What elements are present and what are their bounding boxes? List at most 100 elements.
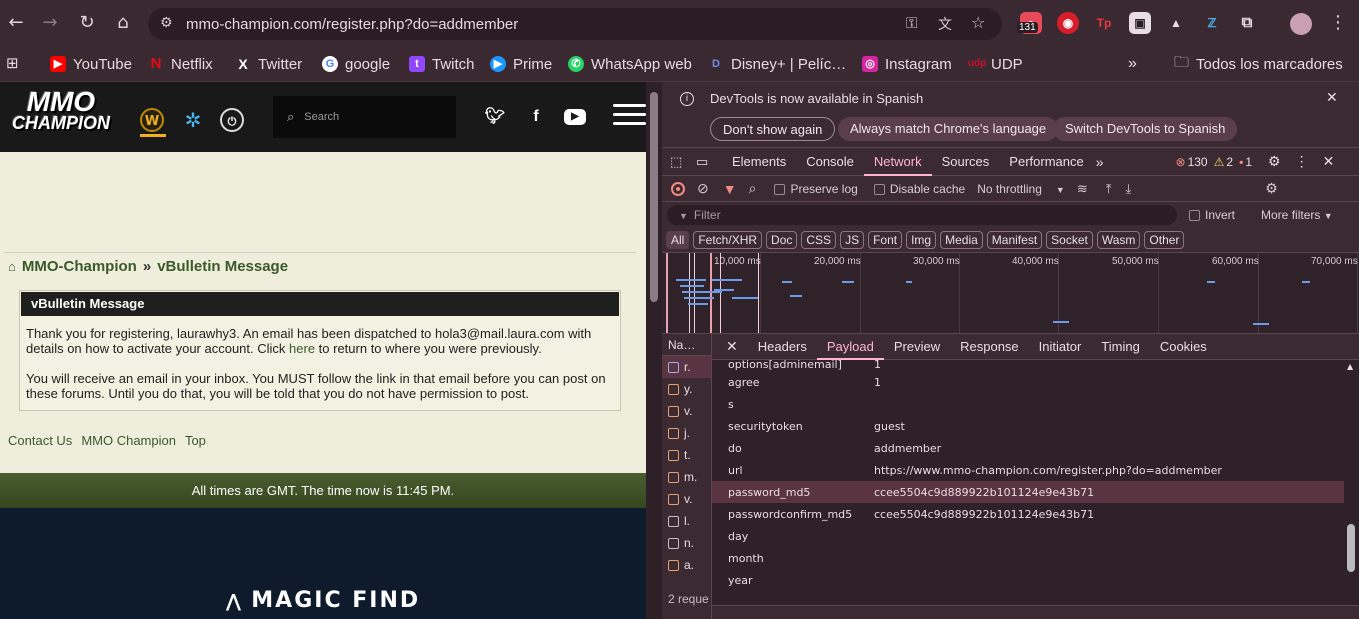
payload-row[interactable]: securitytoken guest bbox=[712, 415, 1344, 437]
type-media[interactable]: Media bbox=[940, 231, 983, 249]
type-socket[interactable]: Socket bbox=[1046, 231, 1093, 249]
payload-scrollbar-thumb[interactable] bbox=[1347, 524, 1355, 572]
scroll-up-icon[interactable]: ▲ bbox=[1347, 362, 1353, 371]
tab-preview[interactable]: Preview bbox=[884, 334, 950, 360]
type-manifest[interactable]: Manifest bbox=[986, 231, 1043, 249]
page-scrollbar-thumb[interactable] bbox=[650, 92, 658, 302]
bookmark-disney[interactable]: D Disney+ | Pelíc… bbox=[708, 52, 846, 76]
type-css[interactable]: CSS bbox=[801, 231, 837, 249]
request-row[interactable]: l. bbox=[662, 510, 711, 532]
clear-icon[interactable]: ⊘ bbox=[697, 180, 709, 197]
filter-input[interactable]: ▼ Filter bbox=[667, 205, 1177, 225]
tab-initiator[interactable]: Initiator bbox=[1029, 334, 1092, 360]
payload-row[interactable]: url https://www.mmo-champion.com/register… bbox=[712, 459, 1344, 481]
switch-to-spanish-button[interactable]: Switch DevTools to Spanish bbox=[1053, 117, 1238, 141]
tab-console[interactable]: Console bbox=[796, 148, 864, 176]
browser-menu-icon[interactable]: ⋮ bbox=[1326, 11, 1350, 35]
site-menu-icon[interactable] bbox=[613, 104, 646, 128]
bookmark-twitch[interactable]: t Twitch bbox=[409, 52, 475, 76]
all-bookmarks[interactable]: 🗀 Todos los marcadores bbox=[1174, 52, 1343, 76]
throttling-select[interactable]: No throttling ▼ bbox=[977, 182, 1065, 196]
youtube-social-icon[interactable]: ▶ bbox=[564, 109, 586, 125]
extension-blue-icon[interactable]: ℤ bbox=[1201, 12, 1223, 34]
payload-row[interactable]: passwordconfirm_md5 ccee5504c9d889922b101… bbox=[712, 503, 1344, 525]
payload-row-selected[interactable]: password_md5 ccee5504c9d889922b101124e9e4… bbox=[712, 481, 1344, 503]
more-filters-dropdown[interactable]: More filters ▼ bbox=[1261, 208, 1333, 222]
profile-avatar[interactable] bbox=[1290, 13, 1312, 35]
request-row[interactable]: a. bbox=[662, 554, 711, 576]
close-infobar-icon[interactable]: ✕ bbox=[1326, 90, 1338, 106]
mmo-champion-link[interactable]: MMO Champion bbox=[81, 433, 176, 448]
bookmark-whatsapp[interactable]: ✆ WhatsApp web bbox=[568, 52, 692, 76]
import-har-icon[interactable]: ⤒ bbox=[1106, 181, 1112, 197]
mmo-champion-logo[interactable]: MMO CHAMPION bbox=[12, 88, 110, 146]
overwatch-icon[interactable]: ⏻ bbox=[220, 108, 244, 132]
request-row[interactable]: t. bbox=[662, 444, 711, 466]
site-search-input[interactable]: ⌕ Search bbox=[273, 96, 456, 138]
more-bookmarks-icon[interactable]: » bbox=[1128, 52, 1137, 76]
tab-headers[interactable]: Headers bbox=[748, 334, 817, 360]
devtools-menu-icon[interactable]: ⋮ bbox=[1295, 153, 1309, 170]
tab-timing[interactable]: Timing bbox=[1091, 334, 1150, 360]
bookmark-twitter[interactable]: X Twitter bbox=[235, 52, 302, 76]
network-overview-timeline[interactable]: 10,000 ms 20,000 ms 30,000 ms 40,000 ms … bbox=[662, 252, 1359, 334]
network-conditions-icon[interactable]: ≋ bbox=[1077, 181, 1088, 197]
payload-row[interactable]: year bbox=[712, 569, 1344, 591]
reload-icon[interactable]: ↻ bbox=[75, 11, 99, 35]
request-row[interactable]: v. bbox=[662, 488, 711, 510]
extension-hat-icon[interactable]: ▲ bbox=[1165, 12, 1187, 34]
filter-funnel-icon[interactable]: ▼ bbox=[723, 181, 737, 197]
extension-window-icon[interactable]: ▣ bbox=[1129, 12, 1151, 34]
type-img[interactable]: Img bbox=[906, 231, 937, 249]
apps-grid-icon[interactable]: ⊞ bbox=[6, 54, 19, 72]
invert-checkbox[interactable]: Invert bbox=[1189, 208, 1235, 222]
bookmark-google[interactable]: Ggoogle bbox=[322, 52, 390, 76]
wow-icon[interactable]: W bbox=[140, 108, 164, 132]
error-icon[interactable]: ⊗ bbox=[1176, 155, 1186, 169]
preserve-log-checkbox[interactable]: Preserve log bbox=[774, 182, 858, 196]
tab-performance[interactable]: Performance bbox=[999, 148, 1093, 176]
payload-scrollbar[interactable]: ▲ ▼ bbox=[1344, 362, 1359, 617]
payload-row[interactable]: agree 1 bbox=[712, 371, 1344, 393]
dont-show-again-button[interactable]: Don't show again bbox=[710, 117, 836, 141]
site-info-icon[interactable]: ⚙ bbox=[160, 15, 173, 31]
type-all[interactable]: All bbox=[666, 231, 690, 249]
back-icon[interactable]: ← bbox=[4, 11, 28, 35]
magic-find-logo[interactable]: ⋀ MAGIC FIND bbox=[0, 588, 646, 613]
extensions-puzzle-icon[interactable]: ⧉ bbox=[1236, 12, 1258, 34]
export-har-icon[interactable]: ⤓ bbox=[1125, 181, 1131, 197]
always-match-language-button[interactable]: Always match Chrome's language bbox=[838, 117, 1059, 141]
tab-response[interactable]: Response bbox=[950, 334, 1029, 360]
bookmark-netflix[interactable]: N Netflix bbox=[148, 52, 213, 76]
warning-icon[interactable]: ⚠ bbox=[1214, 155, 1225, 169]
bookmark-star-icon[interactable]: ☆ bbox=[971, 13, 985, 32]
breadcrumb-home-link[interactable]: MMO-Champion bbox=[22, 258, 137, 275]
tab-cookies[interactable]: Cookies bbox=[1150, 334, 1217, 360]
payload-row[interactable]: do addmember bbox=[712, 437, 1344, 459]
bookmark-prime[interactable]: ▶ Prime bbox=[490, 52, 552, 76]
close-devtools-icon[interactable]: ✕ bbox=[1323, 153, 1335, 170]
disable-cache-checkbox[interactable]: Disable cache bbox=[873, 182, 965, 196]
request-row[interactable]: n. bbox=[662, 532, 711, 554]
bookmark-youtube[interactable]: ▶ YouTube bbox=[50, 52, 132, 76]
settings-icon[interactable]: ⚙ bbox=[1268, 153, 1281, 170]
home-icon[interactable]: ⌂ bbox=[111, 11, 135, 35]
type-other[interactable]: Other bbox=[1144, 231, 1185, 249]
page-scrollbar[interactable] bbox=[646, 82, 662, 619]
request-row[interactable]: r. bbox=[662, 356, 711, 378]
payload-row[interactable]: s bbox=[712, 393, 1344, 415]
top-link[interactable]: Top bbox=[185, 433, 206, 448]
translate-icon[interactable]: 文 bbox=[938, 14, 952, 34]
here-link[interactable]: here bbox=[289, 341, 315, 356]
payload-row[interactable]: month bbox=[712, 547, 1344, 569]
request-row[interactable]: j. bbox=[662, 422, 711, 444]
type-wasm[interactable]: Wasm bbox=[1096, 231, 1141, 249]
issues-icon[interactable]: ▪ bbox=[1239, 155, 1243, 169]
type-doc[interactable]: Doc bbox=[766, 231, 798, 249]
tab-payload[interactable]: Payload bbox=[816, 334, 884, 360]
record-icon[interactable] bbox=[671, 181, 685, 196]
type-fetch-xhr[interactable]: Fetch/XHR bbox=[693, 231, 763, 249]
tab-elements[interactable]: Elements bbox=[722, 148, 796, 176]
home-icon[interactable]: ⌂ bbox=[8, 259, 16, 274]
device-toolbar-icon[interactable]: ▭ bbox=[696, 154, 722, 170]
